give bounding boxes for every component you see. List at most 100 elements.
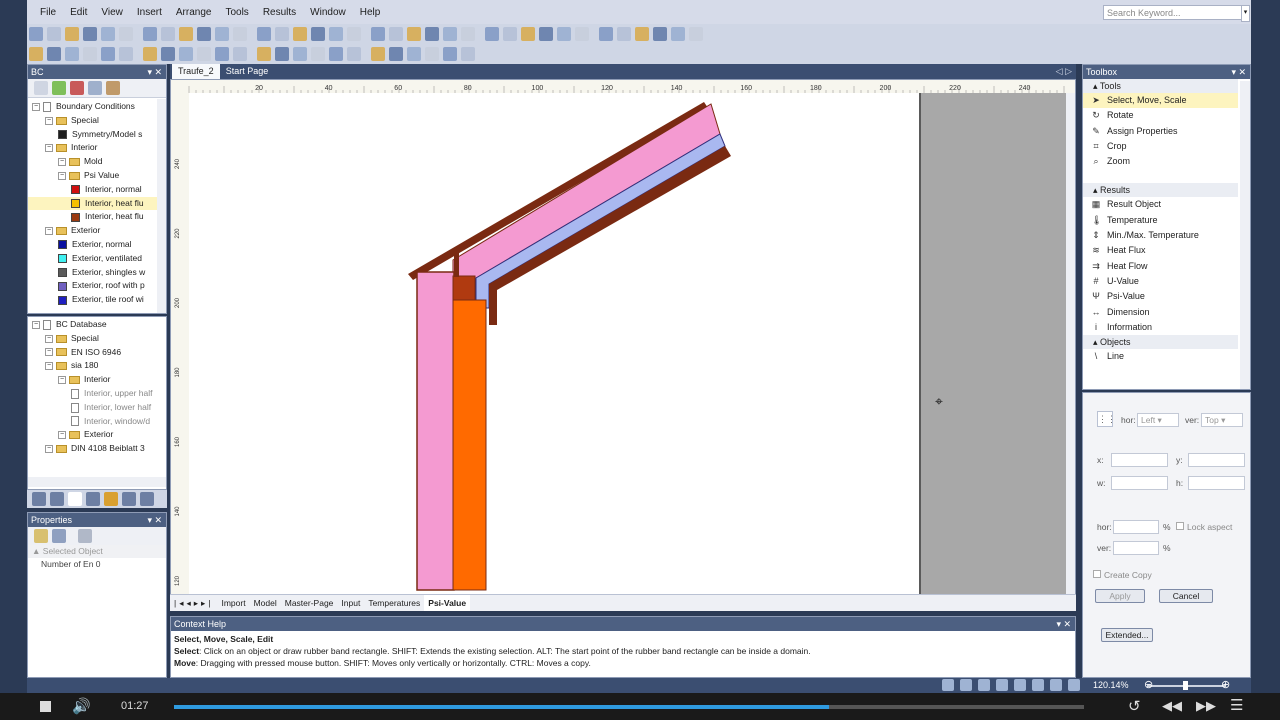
tree-item[interactable]: Symmetry/Model s	[28, 128, 166, 142]
toolbar-button-icon[interactable]	[233, 27, 247, 41]
expand-toggle-icon[interactable]: −	[45, 227, 53, 236]
toolbar-button-icon[interactable]	[617, 27, 631, 41]
h-field[interactable]	[1188, 476, 1245, 490]
tree-item[interactable]: − Interior	[28, 373, 166, 387]
toolbar-button-icon[interactable]	[389, 47, 403, 61]
toolbar-button-icon[interactable]	[371, 47, 385, 61]
tab-traufe-2[interactable]: Traufe_2	[172, 64, 220, 79]
tree-item[interactable]: − Exterior	[28, 224, 166, 238]
expand-toggle-icon[interactable]: −	[45, 348, 53, 357]
status-tool-icon[interactable]	[1050, 679, 1062, 691]
panel-tab-icon[interactable]	[50, 492, 64, 506]
sort-az-icon[interactable]	[52, 529, 66, 543]
toolbar-button-icon[interactable]	[461, 47, 475, 61]
toolbox-item[interactable]: ⇕ Min./Max. Temperature	[1083, 228, 1238, 243]
sheet-tab-master-page[interactable]: Master-Page	[281, 595, 338, 611]
status-tool-icon[interactable]	[942, 679, 954, 691]
status-tool-icon[interactable]	[1032, 679, 1044, 691]
bc-scrollbar[interactable]	[157, 99, 166, 313]
sheet-tab-temperatures[interactable]: Temperatures	[364, 595, 424, 611]
toolbar-button-icon[interactable]	[521, 27, 535, 41]
menu-tools[interactable]: Tools	[218, 0, 255, 26]
toolbar-button-icon[interactable]	[143, 27, 157, 41]
toolbar-button-icon[interactable]	[485, 27, 499, 41]
hor-select[interactable]: Left ▾	[1137, 413, 1179, 427]
panel-controls[interactable]: ▾ ✕	[1231, 65, 1246, 79]
toolbar-button-icon[interactable]	[671, 27, 685, 41]
toolbox-item[interactable]: ⇉ Heat Flow	[1083, 259, 1238, 274]
w-field[interactable]	[1111, 476, 1168, 490]
tree-item[interactable]: − EN ISO 6946	[28, 346, 166, 360]
expand-toggle-icon[interactable]: −	[58, 158, 66, 167]
toolbar-button-icon[interactable]	[101, 47, 115, 61]
toolbar-button-icon[interactable]	[161, 47, 175, 61]
toolbar-button-icon[interactable]	[311, 27, 325, 41]
tree-item[interactable]: − sia 180	[28, 359, 166, 373]
sheet-tab-psi-value[interactable]: Psi-Value	[424, 595, 471, 611]
ver-pct-field[interactable]	[1113, 541, 1159, 555]
toolbar-button-icon[interactable]	[503, 27, 517, 41]
check-icon[interactable]	[52, 81, 66, 95]
toolbar-button-icon[interactable]	[101, 27, 115, 41]
apply-button[interactable]: Apply	[1095, 589, 1145, 603]
toolbar-button-icon[interactable]	[293, 27, 307, 41]
toolbar-button-icon[interactable]	[293, 47, 307, 61]
toolbar-button-icon[interactable]	[443, 27, 457, 41]
tab-start-page[interactable]: Start Page	[220, 64, 275, 79]
toolbar-button-icon[interactable]	[29, 47, 43, 61]
toolbox-item[interactable]: ✎ Assign Properties	[1083, 124, 1238, 139]
toolbox-item[interactable]: ▦ Result Object	[1083, 197, 1238, 212]
toolbox-item[interactable]: ↻ Rotate	[1083, 108, 1238, 123]
copy-icon[interactable]	[88, 81, 102, 95]
video-progress-track[interactable]	[174, 705, 1084, 709]
expand-toggle-icon[interactable]: −	[58, 171, 66, 180]
toolbar-button-icon[interactable]	[257, 47, 271, 61]
toolbar-button-icon[interactable]	[407, 47, 421, 61]
toolbar-button-icon[interactable]	[329, 27, 343, 41]
tree-item[interactable]: − Interior	[28, 141, 166, 155]
toolbar-button-icon[interactable]	[653, 27, 667, 41]
toolbox-item[interactable]: ⌕ Zoom	[1083, 154, 1238, 169]
post-shape[interactable]	[454, 250, 459, 277]
replay-icon[interactable]: ↺	[1128, 697, 1141, 715]
search-dropdown-icon[interactable]: ▾	[1241, 5, 1250, 22]
toolbar-button-icon[interactable]	[161, 27, 175, 41]
toolbar-button-icon[interactable]	[143, 47, 157, 61]
zoom-in-icon[interactable]: ⊕	[1221, 678, 1230, 691]
panel-tab-icon[interactable]	[140, 492, 154, 506]
toolbox-item[interactable]: 🌡 Temperature	[1083, 213, 1238, 228]
toolbar-button-icon[interactable]	[311, 47, 325, 61]
panel-controls[interactable]: ▾ ✕	[147, 513, 162, 527]
zoom-slider-thumb[interactable]	[1183, 681, 1188, 690]
toolbox-item[interactable]: i Information	[1083, 320, 1238, 335]
volume-icon[interactable]: 🔊	[72, 697, 91, 715]
toolbar-button-icon[interactable]	[215, 27, 229, 41]
tree-item[interactable]: Interior, normal	[28, 183, 166, 197]
toolbox-item[interactable]: \ Line	[1083, 349, 1238, 364]
tree-item[interactable]: Interior, heat flu	[28, 196, 166, 211]
toolbar-button-icon[interactable]	[371, 27, 385, 41]
tree-item[interactable]: Exterior, normal	[28, 238, 166, 252]
expand-toggle-icon[interactable]: −	[45, 445, 53, 454]
toolbar-button-icon[interactable]	[179, 47, 193, 61]
toolbar-button-icon[interactable]	[47, 47, 61, 61]
edit-icon[interactable]	[106, 81, 120, 95]
status-tool-icon[interactable]	[960, 679, 972, 691]
ver-select[interactable]: Top ▾	[1201, 413, 1243, 427]
menu-results[interactable]: Results	[256, 0, 303, 26]
expand-toggle-icon[interactable]: −	[45, 116, 53, 125]
menu-list-icon[interactable]: ☰	[1230, 696, 1243, 714]
expand-toggle-icon[interactable]: −	[45, 362, 53, 371]
tree-item[interactable]: Exterior, ventilated	[28, 252, 166, 266]
menu-insert[interactable]: Insert	[130, 0, 169, 26]
tree-item[interactable]: − BC Database	[28, 318, 166, 332]
sheet-tab-model[interactable]: Model	[250, 595, 281, 611]
panel-controls[interactable]: ▾ ✕	[1056, 617, 1071, 631]
cancel-button[interactable]: Cancel	[1159, 589, 1213, 603]
tree-item[interactable]: Interior, window/d	[28, 415, 166, 429]
status-tool-icon[interactable]	[978, 679, 990, 691]
sheet-nav-icon[interactable]: |◂◂▸▸|	[170, 595, 217, 611]
toolbar-button-icon[interactable]	[65, 47, 79, 61]
menu-window[interactable]: Window	[303, 0, 353, 26]
toolbar-button-icon[interactable]	[233, 47, 247, 61]
